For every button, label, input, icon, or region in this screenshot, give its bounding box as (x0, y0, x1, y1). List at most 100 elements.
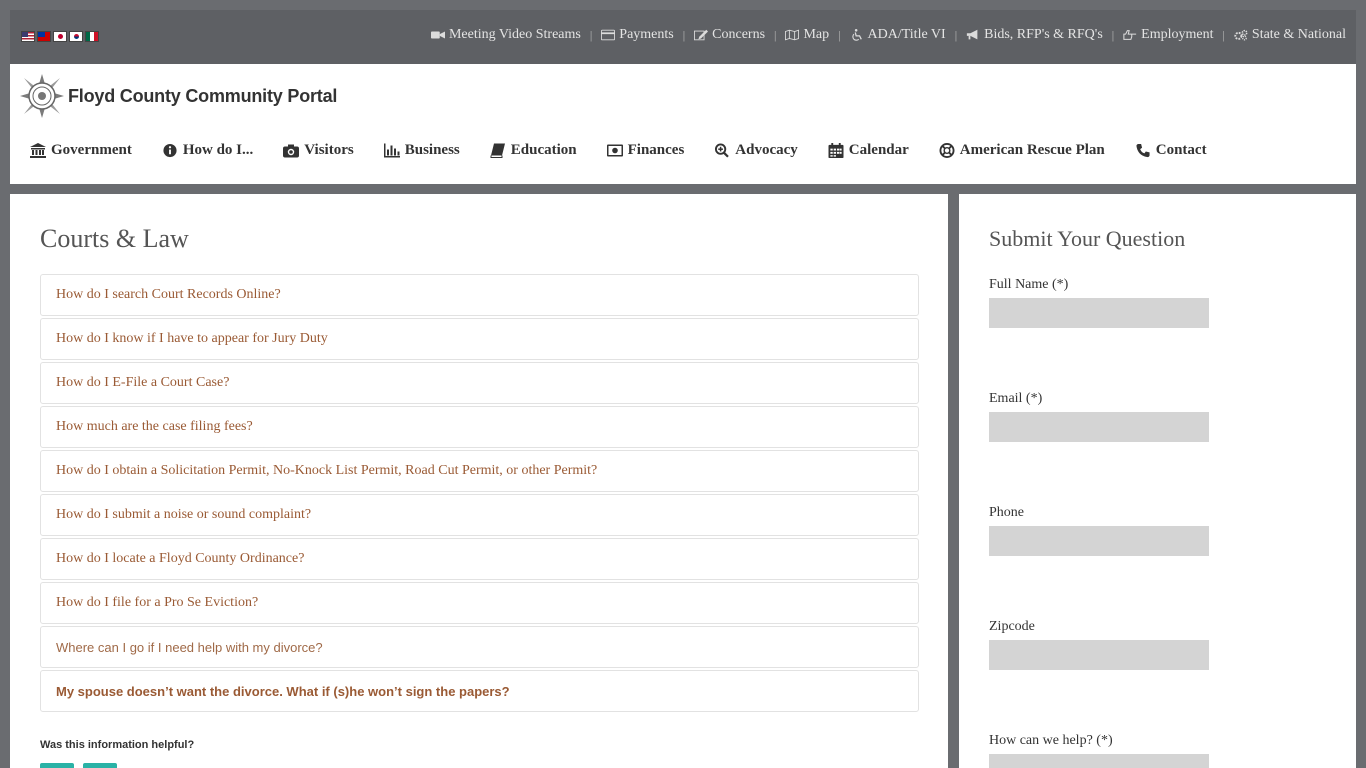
main-content: Courts & Law How do I search Court Recor… (10, 194, 948, 768)
bank-icon (30, 143, 46, 158)
separator: | (1111, 27, 1115, 42)
nav-item-finances[interactable]: Finances (606, 142, 685, 159)
help-field[interactable] (989, 754, 1209, 768)
faq-item[interactable]: How do I E-File a Court Case? (40, 362, 919, 404)
nav-item-calendar[interactable]: Calendar (828, 142, 909, 159)
bullhorn-icon (966, 29, 978, 40)
faq-item[interactable]: How do I file for a Pro Se Eviction? (40, 582, 919, 624)
gears-icon (1234, 29, 1248, 41)
utility-link-label: Payments (619, 27, 674, 42)
language-flags (21, 31, 99, 42)
utility-link-label: Meeting Video Streams (448, 27, 581, 42)
utility-link-label: Bids, RFP's & RFQ's (984, 27, 1103, 42)
nav-item-government[interactable]: Government (30, 142, 132, 159)
utility-link-state-national[interactable]: State & National (1234, 27, 1346, 43)
email-field[interactable] (989, 412, 1209, 442)
main-nav: Government How do I... Visitors Business… (30, 142, 1237, 159)
county-seal-icon (20, 74, 64, 118)
zipcode-field[interactable] (989, 640, 1209, 670)
utility-link-label: Concerns (712, 27, 766, 42)
info-circle-icon (163, 143, 177, 158)
site-logo-link[interactable]: Floyd County Community Portal (20, 74, 337, 118)
faq-item[interactable]: How do I submit a noise or sound complai… (40, 494, 919, 536)
faq-item[interactable]: How much are the case filing fees? (40, 406, 919, 448)
taiwan-flag-icon[interactable] (37, 31, 51, 42)
utility-link-label: Map (803, 27, 830, 42)
nav-item-label: Education (510, 142, 577, 158)
faq-item[interactable]: How do I locate a Floyd County Ordinance… (40, 538, 919, 580)
utility-link-label: State & National (1251, 27, 1346, 42)
japan-flag-icon[interactable] (53, 31, 67, 42)
utility-link-concerns[interactable]: Concerns (694, 27, 765, 43)
separator: | (774, 27, 777, 42)
separator: | (682, 27, 686, 42)
phone-field[interactable] (989, 526, 1209, 556)
full-name-label: Full Name (*) (989, 277, 1069, 292)
full-name-field[interactable] (989, 298, 1209, 328)
nav-item-american-rescue-plan[interactable]: American Rescue Plan (939, 142, 1105, 159)
nav-item-business[interactable]: Business (383, 142, 460, 159)
helpful-yes-button[interactable] (40, 763, 74, 768)
utility-link-bids[interactable]: Bids, RFP's & RFQ's (966, 27, 1103, 43)
nav-item-how-do-i[interactable]: How do I... (162, 142, 253, 159)
credit-card-icon (601, 29, 616, 41)
question-form-sidebar: Submit Your Question Full Name (*) Email… (959, 194, 1356, 768)
search-plus-icon (715, 143, 730, 158)
video-camera-icon (430, 31, 445, 39)
helpful-no-button[interactable] (83, 763, 117, 768)
nav-item-label: Advocacy (735, 142, 798, 158)
camera-icon (283, 144, 300, 158)
utility-link-employment[interactable]: Employment (1123, 27, 1214, 43)
faq-list: How do I search Court Records Online? Ho… (40, 274, 919, 714)
nav-item-label: Business (404, 142, 460, 158)
faq-item[interactable]: How do I obtain a Solicitation Permit, N… (40, 450, 919, 492)
us-flag-icon[interactable] (21, 31, 35, 42)
utility-nav: Meeting Video Streams | Payments | Conce… (430, 27, 1346, 43)
calendar-icon (828, 143, 844, 158)
help-label: How can we help? (*) (989, 733, 1113, 748)
nav-item-label: Finances (627, 142, 685, 158)
nav-item-label: Government (51, 142, 132, 158)
book-icon (490, 143, 505, 158)
separator: | (1222, 27, 1225, 42)
nav-item-contact[interactable]: Contact (1135, 142, 1207, 159)
bar-chart-icon (383, 143, 400, 158)
mexico-flag-icon[interactable] (85, 31, 99, 42)
hand-pointing-icon (1123, 30, 1137, 40)
site-header: Floyd County Community Portal Government… (10, 64, 1356, 184)
nav-item-education[interactable]: Education (490, 142, 577, 159)
phone-label: Phone (989, 505, 1024, 520)
page-title: Courts & Law (40, 224, 189, 253)
phone-icon (1136, 143, 1150, 158)
utility-link-payments[interactable]: Payments (601, 27, 674, 43)
nav-item-label: Visitors (304, 142, 354, 158)
utility-link-label: ADA/Title VI (867, 27, 946, 42)
site-title: Floyd County Community Portal (68, 85, 338, 106)
zipcode-label: Zipcode (989, 619, 1035, 634)
faq-item[interactable]: How do I know if I have to appear for Ju… (40, 318, 919, 360)
form-title: Submit Your Question (989, 226, 1186, 251)
money-icon (606, 144, 623, 157)
faq-item-expanded[interactable]: My spouse doesn’t want the divorce. What… (40, 670, 919, 712)
nav-item-visitors[interactable]: Visitors (283, 142, 354, 159)
email-label: Email (*) (989, 391, 1043, 406)
separator: | (589, 27, 593, 42)
wheelchair-icon (851, 29, 862, 41)
edit-icon (694, 29, 709, 41)
faq-item[interactable]: How do I search Court Records Online? (40, 274, 919, 316)
utility-link-meeting-video-streams[interactable]: Meeting Video Streams (430, 27, 581, 43)
faq-item[interactable]: Where can I go if I need help with my di… (40, 626, 919, 668)
nav-item-label: Contact (1155, 142, 1207, 158)
nav-item-label: American Rescue Plan (959, 142, 1105, 158)
utility-link-label: Employment (1141, 27, 1214, 42)
map-icon (785, 29, 800, 41)
utility-bar: Meeting Video Streams | Payments | Conce… (10, 10, 1356, 64)
nav-item-advocacy[interactable]: Advocacy (714, 142, 798, 159)
separator: | (838, 27, 841, 42)
utility-link-map[interactable]: Map (785, 27, 829, 43)
utility-link-ada-title-vi[interactable]: ADA/Title VI (850, 27, 946, 43)
korea-flag-icon[interactable] (69, 31, 83, 42)
nav-item-label: How do I... (182, 142, 254, 158)
life-ring-icon (939, 143, 955, 158)
nav-item-label: Calendar (848, 142, 909, 158)
